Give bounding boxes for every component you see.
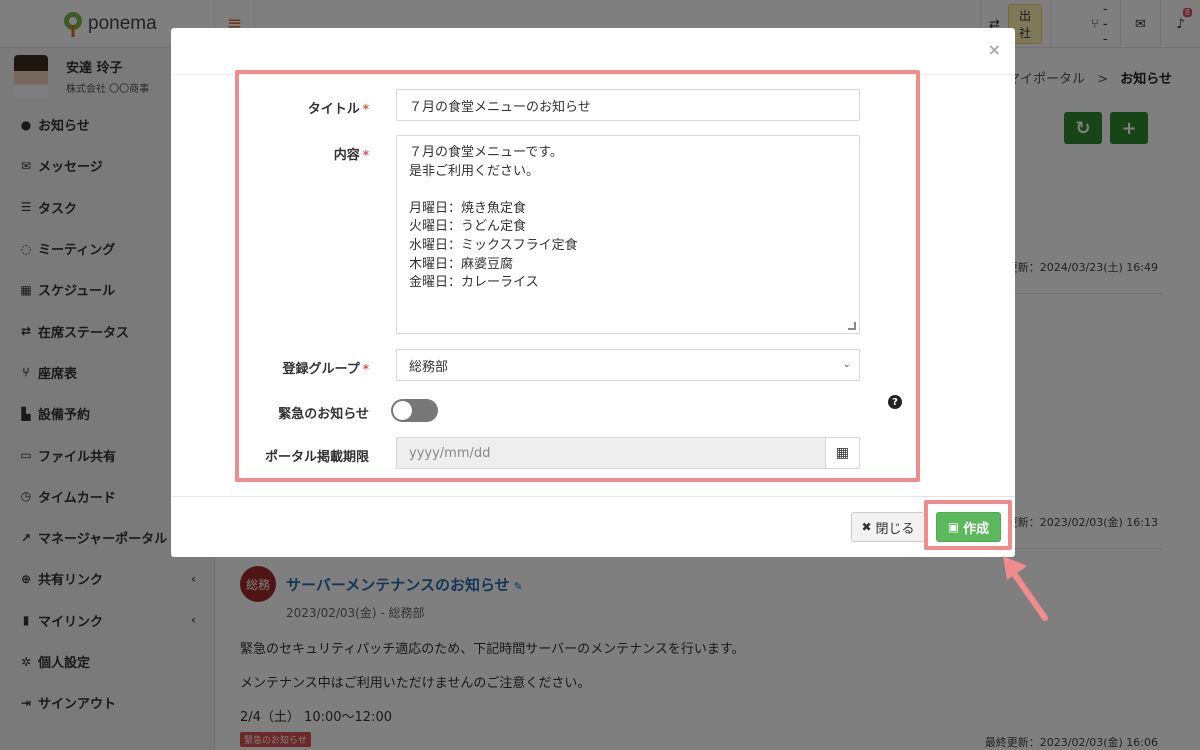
close-icon: ✖ xyxy=(861,520,872,534)
pointer-arrow-icon xyxy=(1003,556,1048,621)
close-icon[interactable]: × xyxy=(988,40,1001,59)
form-highlight xyxy=(235,70,920,482)
divider xyxy=(171,496,1015,497)
button-highlight xyxy=(924,500,1012,550)
close-button[interactable]: ✖ 閉じる xyxy=(851,512,925,542)
